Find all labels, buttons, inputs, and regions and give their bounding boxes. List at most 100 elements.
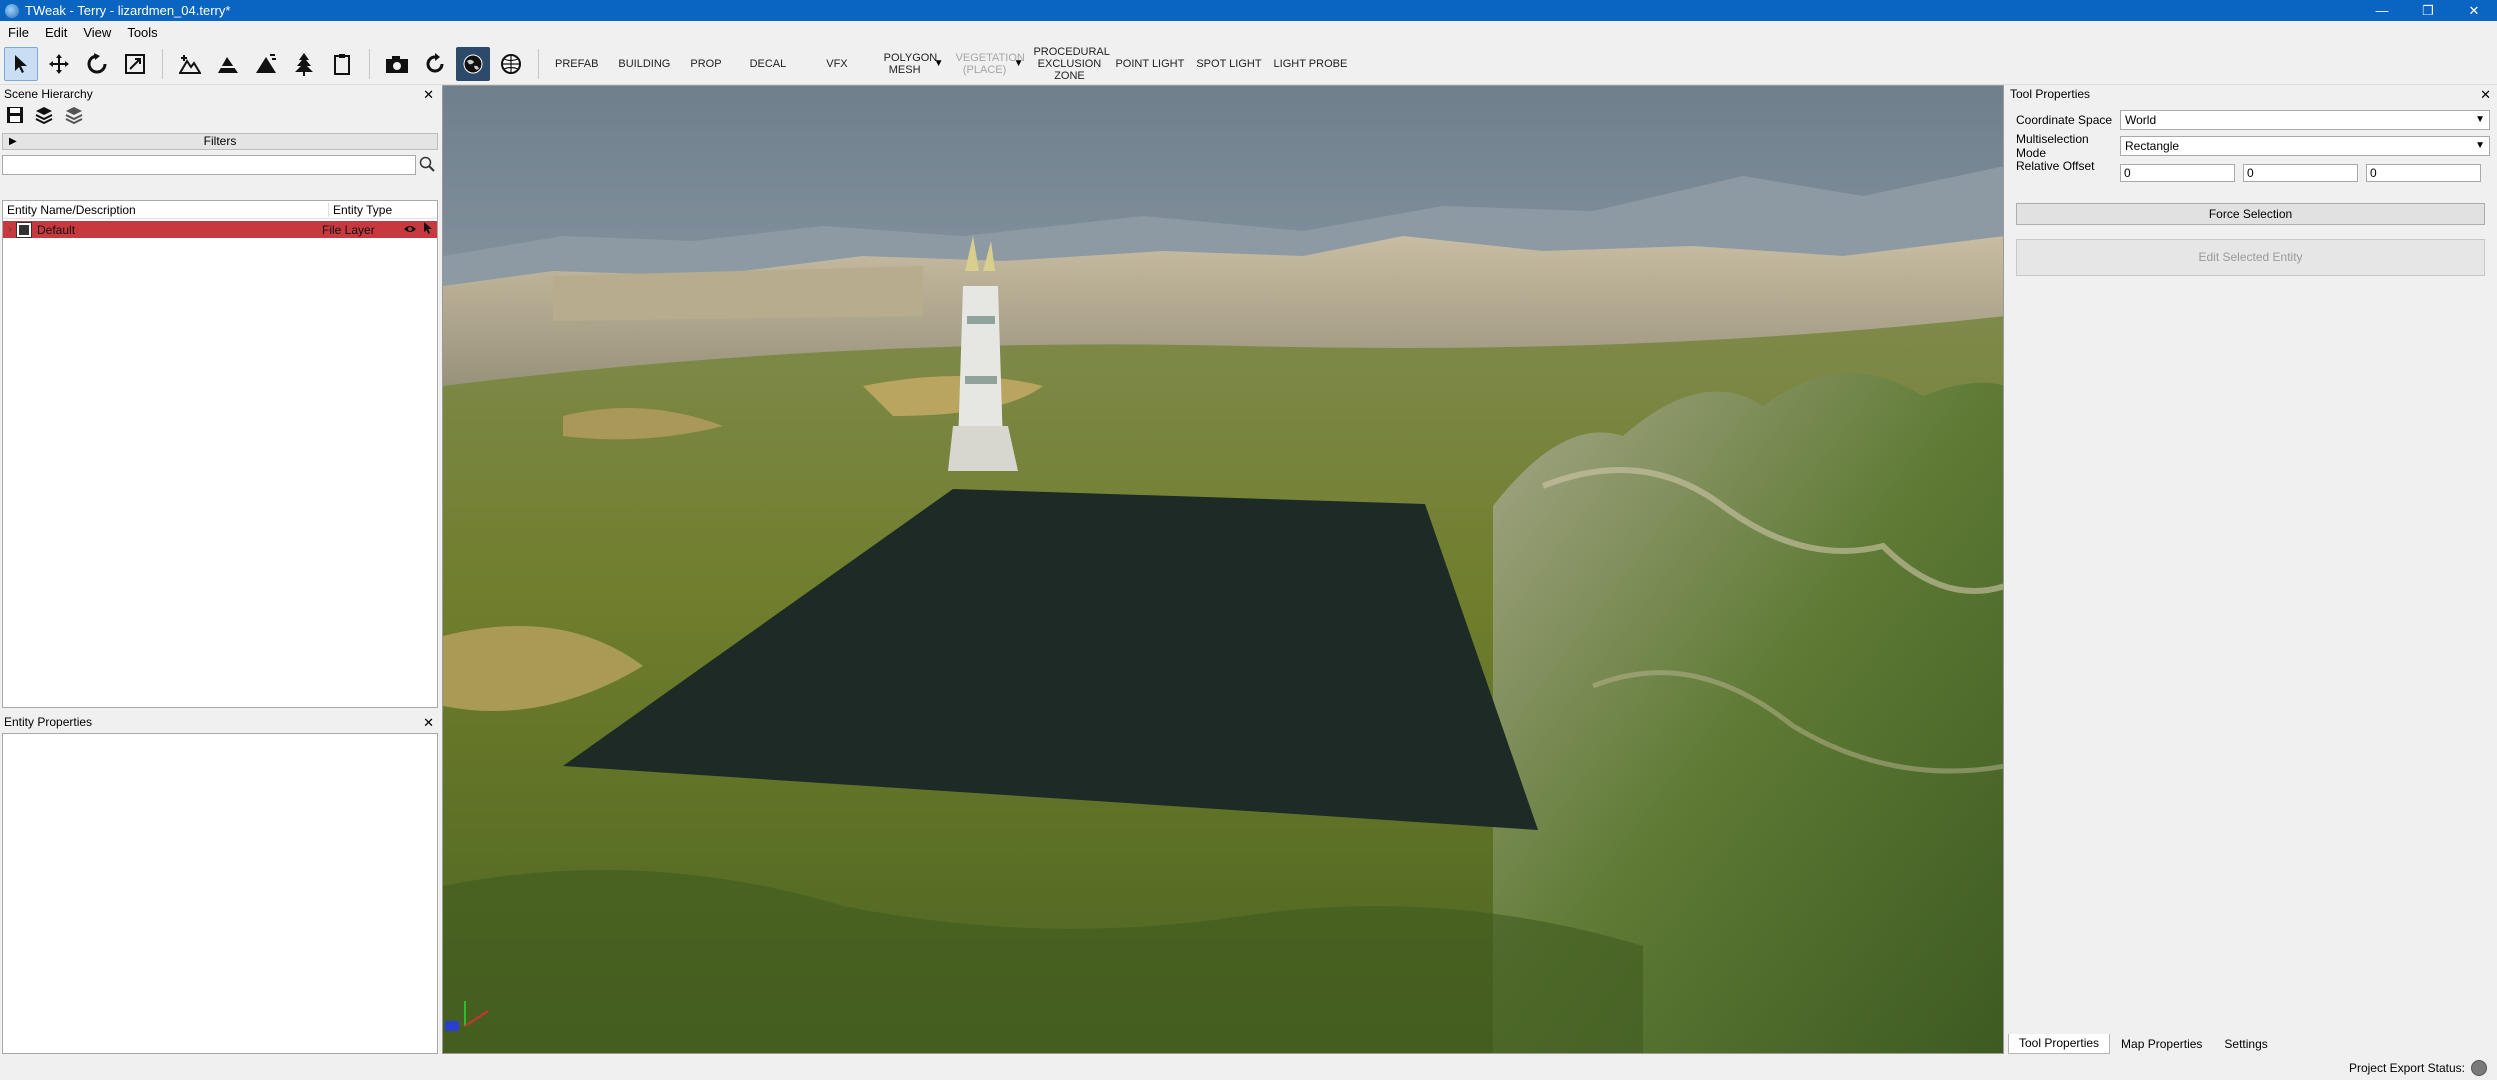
entity-properties-title: Entity Properties	[4, 715, 93, 729]
select-arrow-icon[interactable]	[4, 46, 38, 81]
entity-tree: Entity Name/Description Entity Type › De…	[2, 200, 438, 708]
app-logo-icon	[5, 3, 19, 18]
scene-hierarchy-title: Scene Hierarchy	[4, 87, 93, 101]
clipboard-icon[interactable]	[325, 47, 359, 81]
chevron-right-icon[interactable]: ›	[3, 224, 17, 235]
coordinate-space-label: Coordinate Space	[2016, 113, 2113, 127]
refresh-icon[interactable]	[418, 47, 452, 81]
prop-button[interactable]: PROP	[680, 58, 731, 70]
hierarchy-toolbar	[0, 103, 440, 131]
save-layer-icon[interactable]	[6, 106, 24, 129]
search-row	[2, 154, 438, 176]
menu-view[interactable]: View	[75, 25, 119, 40]
point-light-button[interactable]: POINT LIGHT	[1109, 58, 1190, 70]
relative-offset-label: Relative Offset	[2016, 159, 2095, 173]
terrain-smooth-icon[interactable]	[249, 47, 283, 81]
tree-icon[interactable]	[287, 47, 321, 81]
main-toolbar: PREFAB BUILDING PROP DECAL VFX POLYGON M…	[0, 43, 2497, 85]
maximize-button[interactable]: ❐	[2405, 0, 2451, 21]
vegetation-dropdown-icon: ▼	[1013, 58, 1024, 69]
export-status-indicator-icon	[2471, 1060, 2487, 1076]
light-probe-button[interactable]: LIGHT PROBE	[1268, 58, 1354, 70]
close-window-button[interactable]: ✕	[2451, 0, 2497, 21]
menu-bar: File Edit View Tools	[0, 21, 2497, 43]
menu-tools[interactable]: Tools	[119, 25, 165, 40]
multiselection-mode-row: Multiselection Mode Rectangle ▼	[2006, 132, 2497, 160]
close-icon[interactable]: ✕	[2480, 86, 2491, 103]
selectable-cursor-icon[interactable]	[419, 222, 437, 237]
coordinate-space-value: World	[2125, 113, 2157, 127]
minimize-button[interactable]: —	[2359, 0, 2405, 21]
decal-button[interactable]: DECAL	[732, 58, 805, 70]
multiselection-mode-select[interactable]: Rectangle ▼	[2120, 136, 2490, 156]
search-input[interactable]	[2, 155, 416, 175]
layer-file-icon	[16, 221, 32, 238]
move-icon[interactable]	[42, 47, 76, 81]
tab-map-properties[interactable]: Map Properties	[2110, 1034, 2213, 1054]
panel-title: Entity Properties ✕	[0, 714, 440, 731]
coordinate-space-row: Coordinate Space World ▼	[2006, 107, 2497, 133]
filters-toggle[interactable]: ▶ Filters	[2, 133, 438, 150]
project-export-status-label: Project Export Status:	[2348, 1061, 2465, 1075]
tool-properties-title: Tool Properties	[2010, 87, 2091, 101]
column-entity-type[interactable]: Entity Type	[328, 202, 437, 217]
menu-file[interactable]: File	[0, 25, 37, 40]
column-entity-name[interactable]: Entity Name/Description	[3, 203, 328, 217]
entity-name: Default	[37, 222, 76, 237]
offset-y-field[interactable]: 0	[2243, 164, 2358, 182]
layers-icon[interactable]	[64, 106, 84, 129]
vegetation-place-button: VEGETATION (PLACE)	[955, 51, 1025, 76]
layers-add-icon[interactable]	[34, 106, 54, 129]
tab-tool-properties[interactable]: Tool Properties	[2008, 1034, 2111, 1054]
camera-icon[interactable]	[380, 47, 414, 81]
scene-hierarchy-panel: Scene Hierarchy ✕ ▶ Filters Entity Name/…	[0, 86, 440, 710]
chevron-right-icon: ▶	[9, 136, 17, 147]
building-button[interactable]: BUILDING	[608, 58, 680, 70]
filters-label: Filters	[203, 134, 237, 148]
prefab-button[interactable]: PREFAB	[545, 58, 608, 70]
polygon-mesh-button[interactable]: POLYGON MESH	[870, 52, 940, 76]
entity-type: File Layer	[322, 222, 375, 237]
visibility-eye-icon[interactable]	[401, 223, 419, 237]
spot-light-button[interactable]: SPOT LIGHT	[1190, 58, 1267, 70]
relative-offset-row: Relative Offset 0 0 0	[2006, 159, 2497, 185]
offset-z-field[interactable]: 0	[2366, 164, 2481, 182]
right-panel-tabs: Tool Properties Map Properties Settings	[2008, 1034, 2279, 1054]
close-icon[interactable]: ✕	[423, 714, 434, 731]
sphere-icon[interactable]	[494, 47, 528, 81]
procedural-exclusion-zone-button[interactable]: PROCEDURAL EXCLUSION ZONE	[1029, 46, 1109, 82]
offset-x-field[interactable]: 0	[2120, 164, 2235, 182]
chevron-down-icon: ▼	[2475, 114, 2485, 125]
toolbar-separator	[369, 48, 370, 79]
vfx-button[interactable]: VFX	[804, 58, 869, 70]
panel-title: Scene Hierarchy ✕	[0, 86, 440, 103]
toolbar-separator	[162, 48, 163, 79]
entity-properties-content	[2, 733, 438, 1054]
tool-properties-panel: Tool Properties ✕ Coordinate Space World…	[2006, 86, 2497, 1032]
menu-edit[interactable]: Edit	[37, 25, 75, 40]
globe-icon[interactable]	[456, 46, 490, 81]
tree-row[interactable]: › Default File Layer	[3, 221, 437, 238]
scale-icon[interactable]	[118, 47, 152, 81]
chevron-down-icon: ▼	[2475, 140, 2485, 151]
window-controls: — ❐ ✕	[2359, 0, 2497, 21]
terrain-flatten-icon[interactable]	[211, 47, 245, 81]
panel-title: Tool Properties ✕	[2006, 86, 2497, 103]
title-bar: TWeak - Terry - lizardmen_04.terry* — ❐ …	[0, 0, 2497, 21]
edit-selected-entity-button: Edit Selected Entity	[2016, 239, 2485, 276]
force-selection-button[interactable]: Force Selection	[2016, 203, 2485, 225]
coordinate-space-select[interactable]: World ▼	[2120, 110, 2490, 130]
3d-viewport[interactable]	[442, 85, 2004, 1054]
close-icon[interactable]: ✕	[423, 86, 434, 103]
multiselection-mode-value: Rectangle	[2125, 139, 2180, 153]
multiselection-mode-label: Multiselection Mode	[2016, 132, 2089, 160]
terrain-raise-icon[interactable]	[173, 47, 207, 81]
tree-header: Entity Name/Description Entity Type	[3, 201, 437, 219]
polygon-mesh-dropdown-icon[interactable]: ▼	[934, 58, 944, 69]
tweak-app-window: { "window": { "title": "TWeak - Terry - …	[0, 0, 2497, 1080]
tab-settings[interactable]: Settings	[2213, 1034, 2278, 1054]
search-icon[interactable]	[416, 156, 438, 175]
status-bar: Project Export Status:	[0, 1056, 2497, 1080]
terrain-scene	[443, 86, 2003, 1053]
rotate-icon[interactable]	[80, 47, 114, 81]
